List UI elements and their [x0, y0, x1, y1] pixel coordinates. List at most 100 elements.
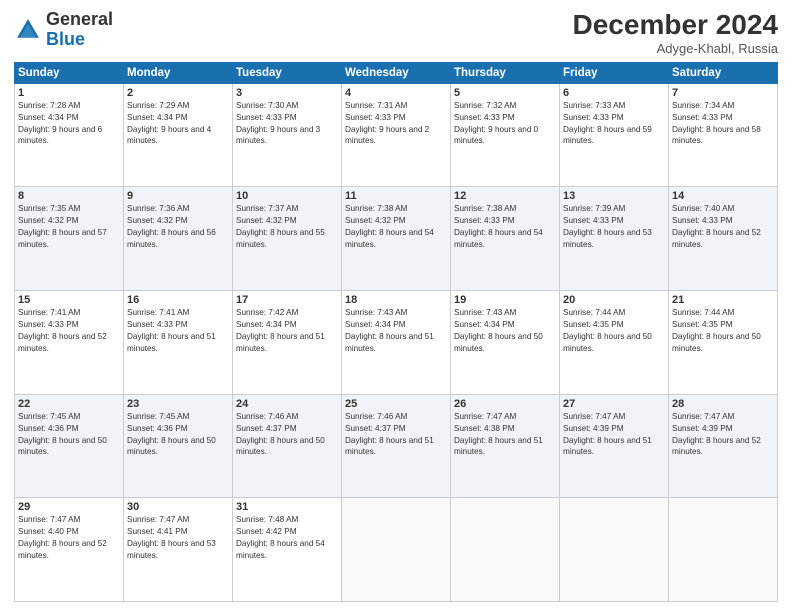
calendar-week-1: 1Sunrise: 7:28 AMSunset: 4:34 PMDaylight…: [15, 83, 778, 187]
day-info-line: Sunset: 4:36 PM: [18, 423, 120, 435]
day-info-line: Sunrise: 7:47 AM: [127, 514, 229, 526]
day-number: 12: [454, 190, 556, 202]
day-info-line: Sunset: 4:41 PM: [127, 526, 229, 538]
day-info: Sunrise: 7:41 AMSunset: 4:33 PMDaylight:…: [127, 307, 229, 355]
day-info: Sunrise: 7:38 AMSunset: 4:32 PMDaylight:…: [345, 203, 447, 251]
calendar-cell: 4Sunrise: 7:31 AMSunset: 4:33 PMDaylight…: [342, 83, 451, 187]
day-info-line: Daylight: 8 hours and 52 minutes.: [672, 227, 774, 251]
day-info-line: Sunrise: 7:42 AM: [236, 307, 338, 319]
day-info: Sunrise: 7:47 AMSunset: 4:40 PMDaylight:…: [18, 514, 120, 562]
day-info: Sunrise: 7:36 AMSunset: 4:32 PMDaylight:…: [127, 203, 229, 251]
day-info-line: Sunset: 4:35 PM: [563, 319, 665, 331]
day-info-line: Sunrise: 7:30 AM: [236, 100, 338, 112]
day-info-line: Daylight: 8 hours and 50 minutes.: [672, 331, 774, 355]
day-info-line: Sunrise: 7:37 AM: [236, 203, 338, 215]
day-info-line: Sunrise: 7:33 AM: [563, 100, 665, 112]
day-info-line: Daylight: 8 hours and 50 minutes.: [454, 331, 556, 355]
day-info-line: Daylight: 8 hours and 53 minutes.: [127, 538, 229, 562]
calendar-cell: [560, 498, 669, 602]
day-info-line: Sunset: 4:36 PM: [127, 423, 229, 435]
day-number: 16: [127, 294, 229, 306]
day-info-line: Sunset: 4:33 PM: [236, 112, 338, 124]
day-info: Sunrise: 7:38 AMSunset: 4:33 PMDaylight:…: [454, 203, 556, 251]
calendar-cell: 10Sunrise: 7:37 AMSunset: 4:32 PMDayligh…: [233, 187, 342, 291]
calendar-cell: 3Sunrise: 7:30 AMSunset: 4:33 PMDaylight…: [233, 83, 342, 187]
day-number: 23: [127, 398, 229, 410]
day-info-line: Daylight: 9 hours and 3 minutes.: [236, 124, 338, 148]
day-info-line: Daylight: 8 hours and 58 minutes.: [672, 124, 774, 148]
day-info-line: Daylight: 8 hours and 52 minutes.: [18, 331, 120, 355]
logo-text: General Blue: [46, 10, 113, 50]
day-info-line: Sunrise: 7:43 AM: [454, 307, 556, 319]
day-info-line: Sunrise: 7:47 AM: [454, 411, 556, 423]
calendar-cell: 25Sunrise: 7:46 AMSunset: 4:37 PMDayligh…: [342, 394, 451, 498]
day-info: Sunrise: 7:29 AMSunset: 4:34 PMDaylight:…: [127, 100, 229, 148]
day-info-line: Sunset: 4:38 PM: [454, 423, 556, 435]
logo-icon: [14, 16, 42, 44]
calendar-cell: 17Sunrise: 7:42 AMSunset: 4:34 PMDayligh…: [233, 291, 342, 395]
header: General Blue December 2024 Adyge-Khabl, …: [14, 10, 778, 56]
col-header-sunday: Sunday: [15, 62, 124, 83]
day-info-line: Daylight: 8 hours and 50 minutes.: [127, 435, 229, 459]
day-info-line: Sunset: 4:33 PM: [18, 319, 120, 331]
day-info: Sunrise: 7:44 AMSunset: 4:35 PMDaylight:…: [563, 307, 665, 355]
day-info: Sunrise: 7:37 AMSunset: 4:32 PMDaylight:…: [236, 203, 338, 251]
day-info-line: Sunset: 4:33 PM: [563, 112, 665, 124]
day-info: Sunrise: 7:47 AMSunset: 4:38 PMDaylight:…: [454, 411, 556, 459]
day-number: 18: [345, 294, 447, 306]
day-info: Sunrise: 7:47 AMSunset: 4:39 PMDaylight:…: [672, 411, 774, 459]
day-info: Sunrise: 7:46 AMSunset: 4:37 PMDaylight:…: [236, 411, 338, 459]
day-info-line: Sunrise: 7:41 AM: [18, 307, 120, 319]
calendar-cell: 2Sunrise: 7:29 AMSunset: 4:34 PMDaylight…: [124, 83, 233, 187]
month-year: December 2024: [573, 10, 778, 41]
day-info-line: Sunset: 4:33 PM: [345, 112, 447, 124]
day-info-line: Sunset: 4:32 PM: [345, 215, 447, 227]
day-number: 10: [236, 190, 338, 202]
day-info-line: Daylight: 8 hours and 59 minutes.: [563, 124, 665, 148]
calendar-cell: 24Sunrise: 7:46 AMSunset: 4:37 PMDayligh…: [233, 394, 342, 498]
day-info: Sunrise: 7:48 AMSunset: 4:42 PMDaylight:…: [236, 514, 338, 562]
calendar-cell: 27Sunrise: 7:47 AMSunset: 4:39 PMDayligh…: [560, 394, 669, 498]
day-info-line: Sunset: 4:32 PM: [127, 215, 229, 227]
day-number: 4: [345, 87, 447, 99]
logo-general: General: [46, 9, 113, 29]
day-info-line: Sunset: 4:32 PM: [18, 215, 120, 227]
day-info-line: Sunrise: 7:47 AM: [563, 411, 665, 423]
day-info-line: Sunrise: 7:47 AM: [18, 514, 120, 526]
page: General Blue December 2024 Adyge-Khabl, …: [0, 0, 792, 612]
day-info-line: Daylight: 9 hours and 6 minutes.: [18, 124, 120, 148]
calendar-cell: 31Sunrise: 7:48 AMSunset: 4:42 PMDayligh…: [233, 498, 342, 602]
day-info-line: Daylight: 8 hours and 57 minutes.: [18, 227, 120, 251]
day-number: 11: [345, 190, 447, 202]
day-info: Sunrise: 7:42 AMSunset: 4:34 PMDaylight:…: [236, 307, 338, 355]
day-info-line: Sunset: 4:35 PM: [672, 319, 774, 331]
calendar-week-4: 22Sunrise: 7:45 AMSunset: 4:36 PMDayligh…: [15, 394, 778, 498]
day-info-line: Daylight: 8 hours and 52 minutes.: [18, 538, 120, 562]
day-info-line: Sunset: 4:34 PM: [18, 112, 120, 124]
day-info-line: Daylight: 8 hours and 52 minutes.: [672, 435, 774, 459]
col-header-saturday: Saturday: [669, 62, 778, 83]
day-number: 21: [672, 294, 774, 306]
day-number: 8: [18, 190, 120, 202]
day-info-line: Sunset: 4:33 PM: [672, 112, 774, 124]
day-info-line: Daylight: 8 hours and 54 minutes.: [345, 227, 447, 251]
day-info-line: Daylight: 9 hours and 0 minutes.: [454, 124, 556, 148]
location: Adyge-Khabl, Russia: [573, 41, 778, 56]
day-number: 26: [454, 398, 556, 410]
day-info: Sunrise: 7:34 AMSunset: 4:33 PMDaylight:…: [672, 100, 774, 148]
day-number: 28: [672, 398, 774, 410]
day-number: 1: [18, 87, 120, 99]
day-number: 27: [563, 398, 665, 410]
day-number: 6: [563, 87, 665, 99]
day-info-line: Daylight: 8 hours and 51 minutes.: [563, 435, 665, 459]
calendar-cell: 12Sunrise: 7:38 AMSunset: 4:33 PMDayligh…: [451, 187, 560, 291]
day-info: Sunrise: 7:39 AMSunset: 4:33 PMDaylight:…: [563, 203, 665, 251]
day-info-line: Sunrise: 7:46 AM: [345, 411, 447, 423]
logo: General Blue: [14, 10, 113, 50]
day-info: Sunrise: 7:45 AMSunset: 4:36 PMDaylight:…: [18, 411, 120, 459]
day-info-line: Daylight: 8 hours and 53 minutes.: [563, 227, 665, 251]
day-number: 29: [18, 501, 120, 513]
day-info-line: Sunset: 4:33 PM: [454, 215, 556, 227]
calendar-cell: 18Sunrise: 7:43 AMSunset: 4:34 PMDayligh…: [342, 291, 451, 395]
calendar-body: 1Sunrise: 7:28 AMSunset: 4:34 PMDaylight…: [15, 83, 778, 601]
